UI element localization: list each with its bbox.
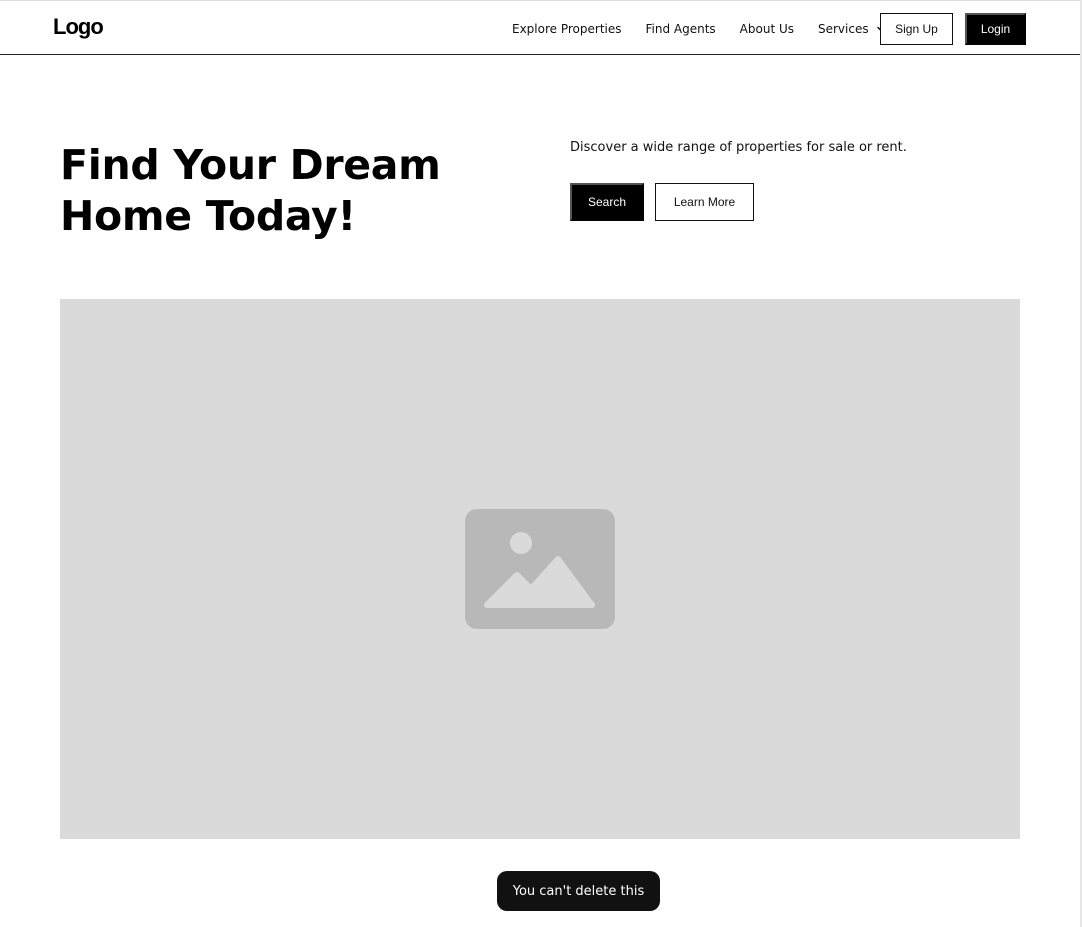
learn-more-button[interactable]: Learn More — [655, 183, 754, 221]
toast-message: You can't delete this — [497, 871, 660, 911]
nav-links: Explore Properties Find Agents About Us … — [512, 1, 910, 56]
hero-title: Find Your Dream Home Today! — [60, 141, 441, 240]
sign-up-button[interactable]: Sign Up — [880, 13, 953, 45]
nav-services-label: Services — [818, 21, 869, 36]
navbar: Logo Explore Properties Find Agents Abou… — [0, 0, 1080, 55]
image-icon — [465, 509, 615, 629]
nav-link-about-us[interactable]: About Us — [740, 22, 794, 36]
hero-image-placeholder — [60, 299, 1020, 839]
nav-link-explore-properties[interactable]: Explore Properties — [512, 22, 622, 36]
login-button[interactable]: Login — [965, 13, 1026, 45]
nav-services-dropdown[interactable]: Services — [818, 22, 886, 36]
search-button[interactable]: Search — [570, 183, 644, 221]
hero-description: Discover a wide range of properties for … — [570, 140, 907, 155]
logo[interactable]: Logo — [53, 14, 104, 40]
nav-link-find-agents[interactable]: Find Agents — [646, 22, 716, 36]
